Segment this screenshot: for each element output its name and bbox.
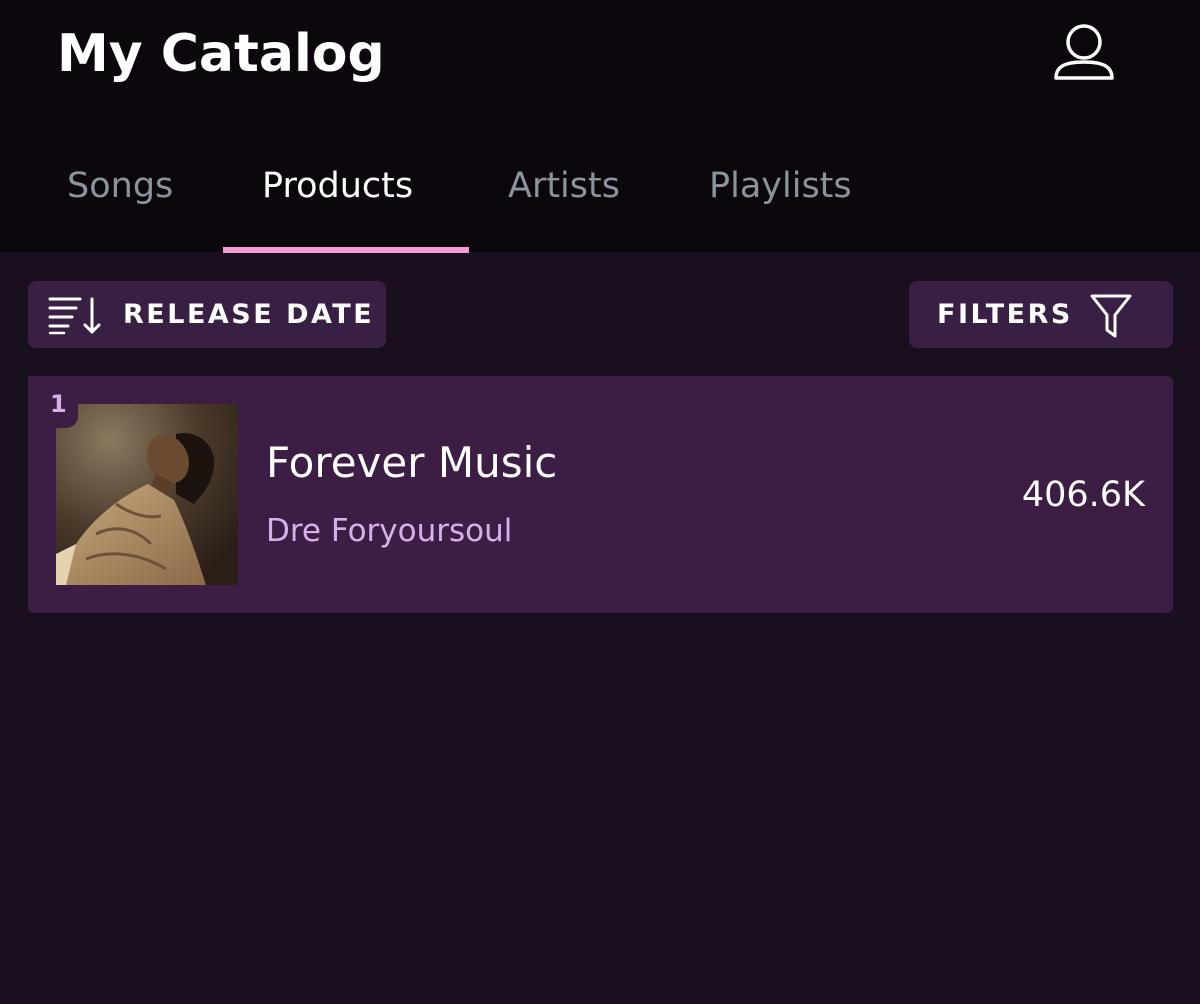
sort-button[interactable]: RELEASE DATE (28, 281, 386, 348)
sort-button-label: RELEASE DATE (123, 299, 375, 330)
app-header: My Catalog Songs Products Artists Playli… (0, 0, 1200, 253)
tab-products[interactable]: Products (262, 164, 413, 208)
profile-button[interactable] (1050, 22, 1118, 86)
tab-artists[interactable]: Artists (508, 164, 620, 208)
rank-number: 1 (50, 390, 67, 418)
rank-badge: 1 (28, 376, 78, 428)
active-tab-indicator (223, 247, 469, 253)
user-icon (1054, 24, 1114, 80)
catalog-tabs: Songs Products Artists Playlists (0, 150, 1200, 253)
filters-button[interactable]: FILTERS (909, 281, 1173, 348)
product-artist: Dre Foryoursoul (266, 513, 513, 549)
tab-songs[interactable]: Songs (67, 164, 173, 208)
product-list-item[interactable]: 1 Forever Music Dre Foryoursoul 406.6K (28, 376, 1173, 613)
sort-descending-icon (48, 297, 101, 335)
album-cover-image (56, 404, 238, 585)
filter-funnel-icon (1090, 294, 1132, 338)
product-title: Forever Music (266, 438, 558, 487)
tab-playlists[interactable]: Playlists (709, 164, 852, 208)
page-title: My Catalog (57, 24, 385, 84)
product-stream-count: 406.6K (1021, 475, 1145, 515)
filters-button-label: FILTERS (937, 299, 1073, 330)
